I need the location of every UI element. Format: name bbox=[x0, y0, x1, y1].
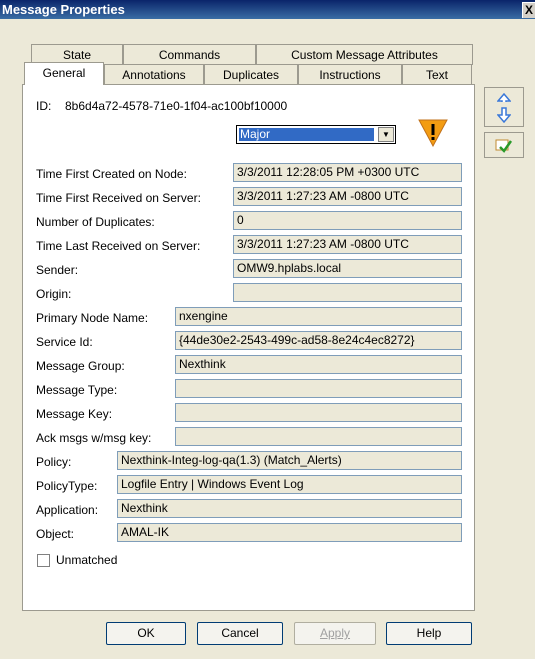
severity-dropdown[interactable]: Major ▼ bbox=[236, 125, 396, 144]
policy-field[interactable]: Nexthink-Integ-log-qa(1.3) (Match_Alerts… bbox=[117, 451, 462, 470]
id-label: ID: bbox=[36, 99, 52, 113]
application-label: Application: bbox=[36, 503, 99, 517]
time-first-received-field[interactable]: 3/3/2011 1:27:23 AM -0800 UTC bbox=[233, 187, 462, 206]
apply-label: Apply bbox=[319, 626, 351, 640]
warning-major-icon bbox=[418, 119, 448, 147]
unmatched-checkbox[interactable] bbox=[37, 554, 50, 567]
number-of-duplicates-field[interactable]: 0 bbox=[233, 211, 462, 230]
severity-value: Major bbox=[239, 128, 374, 141]
time-first-received-label: Time First Received on Server: bbox=[36, 191, 201, 205]
tab-instructions[interactable]: Instructions bbox=[298, 64, 402, 85]
time-last-received-label: Time Last Received on Server: bbox=[36, 239, 201, 253]
ack-msgs-field[interactable] bbox=[175, 427, 462, 446]
time-first-created-label: Time First Created on Node: bbox=[36, 167, 187, 181]
sender-label: Sender: bbox=[36, 263, 79, 277]
service-id-field[interactable]: {44de30e2-2543-499c-ad58-8e24c4ec8272} bbox=[175, 331, 462, 350]
cancel-button[interactable]: Cancel bbox=[197, 622, 283, 645]
close-button[interactable]: X bbox=[522, 2, 535, 18]
window-title-bar: Message Properties X bbox=[0, 0, 535, 19]
arrow-down-icon bbox=[496, 107, 512, 123]
unmatched-label: Unmatched bbox=[56, 553, 118, 567]
object-label: Object: bbox=[36, 527, 75, 541]
help-button[interactable]: Help bbox=[386, 622, 472, 645]
general-panel: ID: 8b6d4a72-4578-71e0-1f04-ac100bf10000… bbox=[22, 84, 475, 611]
policy-type-field[interactable]: Logfile Entry | Windows Event Log bbox=[117, 475, 462, 494]
policy-label: Policy: bbox=[36, 455, 72, 469]
primary-node-name-field[interactable]: nxengine bbox=[175, 307, 462, 326]
application-field[interactable]: Nexthink bbox=[117, 499, 462, 518]
time-last-received-field[interactable]: 3/3/2011 1:27:23 AM -0800 UTC bbox=[233, 235, 462, 254]
message-group-field[interactable]: Nexthink bbox=[175, 355, 462, 374]
message-group-label: Message Group: bbox=[36, 359, 125, 373]
id-value: 8b6d4a72-4578-71e0-1f04-ac100bf10000 bbox=[65, 99, 288, 113]
tab-text[interactable]: Text bbox=[402, 64, 472, 85]
primary-node-name-label: Primary Node Name: bbox=[36, 311, 149, 325]
time-first-created-field[interactable]: 3/3/2011 12:28:05 PM +0300 UTC bbox=[233, 163, 462, 182]
number-of-duplicates-label: Number of Duplicates: bbox=[36, 215, 155, 229]
service-id-label: Service Id: bbox=[36, 335, 93, 349]
tab-duplicates[interactable]: Duplicates bbox=[204, 64, 298, 85]
object-field[interactable]: AMAL-IK bbox=[117, 523, 462, 542]
message-key-label: Message Key: bbox=[36, 407, 113, 421]
sender-field[interactable]: OMW9.hplabs.local bbox=[233, 259, 462, 278]
chevron-down-icon[interactable]: ▼ bbox=[378, 127, 394, 142]
apply-button[interactable]: Apply bbox=[294, 622, 376, 645]
tab-commands[interactable]: Commands bbox=[123, 44, 256, 65]
ack-msgs-label: Ack msgs w/msg key: bbox=[36, 431, 152, 445]
tab-annotations[interactable]: Annotations bbox=[104, 64, 204, 85]
ok-button[interactable]: OK bbox=[106, 622, 186, 645]
origin-label: Origin: bbox=[36, 287, 72, 301]
message-type-label: Message Type: bbox=[36, 383, 118, 397]
message-type-field[interactable] bbox=[175, 379, 462, 398]
acknowledge-icon bbox=[495, 139, 513, 153]
policy-type-label: PolicyType: bbox=[36, 479, 98, 493]
move-down-button[interactable] bbox=[484, 102, 524, 127]
message-key-field[interactable] bbox=[175, 403, 462, 422]
tab-custom-message-attributes[interactable]: Custom Message Attributes bbox=[256, 44, 473, 65]
origin-field[interactable] bbox=[233, 283, 462, 302]
window-title: Message Properties bbox=[2, 2, 125, 17]
tab-general[interactable]: General bbox=[24, 62, 104, 85]
acknowledge-button[interactable] bbox=[484, 132, 524, 158]
